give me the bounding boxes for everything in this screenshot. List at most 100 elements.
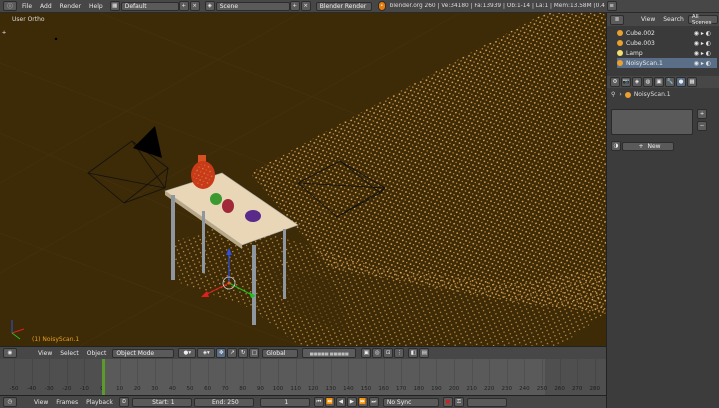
record-icon[interactable]: ● (442, 397, 453, 407)
current-frame-indicator[interactable] (102, 359, 105, 395)
toolshelf-toggle-icon[interactable]: + (1, 29, 7, 37)
timeline-gridline (225, 359, 227, 385)
timeline-tick-label: 200 (448, 386, 460, 392)
outliner-menu-search[interactable]: Search (659, 16, 688, 23)
pivot-icon[interactable]: ◈▾ (197, 348, 216, 358)
visibility-eye-icon[interactable]: ◉ ▸ ◐ (694, 50, 711, 57)
render-tab-icon[interactable]: 📷 (621, 77, 631, 87)
timeline-tick-label: 180 (413, 386, 425, 392)
properties-header: ⚙ 📷 ◈ ◍ ▣ 🔧 ● ▦ (607, 76, 719, 88)
menu-playback[interactable]: Playback (82, 399, 117, 406)
timeline-tick-label: 120 (307, 386, 319, 392)
timeline-gridline (454, 359, 455, 385)
outliner-filter-select[interactable]: All Scenes (687, 14, 718, 26)
modifier-tab-icon[interactable]: 🔧 (665, 77, 675, 87)
visibility-eye-icon[interactable]: ◉ ▸ ◐ (694, 60, 711, 67)
render-anim-icon[interactable]: ▤ (419, 348, 430, 358)
timeline-tick-label: 100 (272, 386, 284, 392)
properties-type-icon[interactable]: ⚙ (610, 77, 620, 87)
jump-key-back-icon[interactable]: ⏪ (324, 397, 335, 407)
timeline-gridline (207, 359, 209, 385)
jump-end-icon[interactable]: ⏭ (368, 397, 379, 407)
lock-layers-icon[interactable]: ▣ (361, 348, 372, 358)
render-still-icon[interactable]: ◧ (408, 348, 419, 358)
proportional-edit-icon[interactable]: ◎ (372, 348, 383, 358)
menu-tl-view[interactable]: View (30, 399, 52, 406)
material-tab-icon[interactable]: ● (676, 77, 686, 87)
snap-element-icon[interactable]: ⋮ (394, 348, 405, 358)
outliner-item-cube003[interactable]: Cube.003 ◉ ▸ ◐ (617, 38, 717, 48)
orientation-select[interactable]: Global (262, 348, 299, 358)
mode-select[interactable]: Object Mode (112, 348, 175, 358)
timeline-gridline (348, 359, 350, 385)
sync-select[interactable]: No Sync (382, 397, 439, 407)
timeline-gridline (418, 359, 420, 385)
outliner-item-noisyscan[interactable]: NoisyScan.1 ◉ ▸ ◐ (617, 58, 717, 68)
add-scene-icon[interactable]: + (289, 1, 300, 11)
keying-set-icon[interactable]: ⚿ (453, 397, 464, 407)
jump-key-forward-icon[interactable]: ⏩ (357, 397, 368, 407)
menu-render[interactable]: Render (56, 3, 85, 10)
browse-material-icon[interactable]: ◑ (611, 141, 621, 151)
timeline-gridline (137, 359, 139, 385)
play-icon[interactable]: ▶ (346, 397, 357, 407)
add-layout-icon[interactable]: + (178, 1, 189, 11)
menu-file[interactable]: File (18, 3, 36, 10)
menu-add[interactable]: Add (36, 3, 56, 10)
menu-view[interactable]: View (34, 350, 56, 357)
shading-icon[interactable]: ●▾ (178, 348, 197, 358)
rotate-icon[interactable]: ↻ (238, 348, 249, 358)
timeline-tick-label: 10 (116, 386, 124, 392)
add-slot-icon[interactable]: + (697, 109, 707, 119)
keying-set-field[interactable] (466, 397, 507, 407)
outliner-menu-view[interactable]: View (637, 16, 659, 23)
timeline-area[interactable]: -50-40-30-20-100102030405060708090100110… (0, 359, 606, 395)
timeline-editor-type-icon[interactable]: ◷ (3, 397, 17, 407)
menu-frames[interactable]: Frames (52, 399, 82, 406)
timeline-gridline (119, 359, 121, 385)
3d-viewport[interactable]: User Ortho + (1) NoisyScan.1 (0, 13, 606, 346)
timeline-tick-label: 40 (168, 386, 176, 392)
render-engine-select[interactable]: Blender Render (315, 1, 372, 11)
visibility-eye-icon[interactable]: ◉ ▸ ◐ (694, 40, 711, 47)
remove-layout-icon[interactable]: × (189, 1, 200, 11)
outliner-item-cube002[interactable]: Cube.002 ◉ ▸ ◐ (617, 28, 717, 38)
outliner-type-icon[interactable]: ≣ (610, 14, 624, 25)
timeline-gridline (330, 359, 332, 385)
new-material-button[interactable]: + New (622, 141, 674, 151)
visibility-eye-icon[interactable]: ◉ ▸ ◐ (694, 30, 711, 37)
editor-type-icon[interactable]: ⓘ (3, 1, 17, 11)
menu-help[interactable]: Help (85, 3, 107, 10)
timeline-tick-label: 240 (519, 386, 530, 392)
end-frame-field[interactable]: End: 250 (193, 397, 254, 407)
jump-start-icon[interactable]: ⏮ (313, 397, 324, 407)
manipulator-icon[interactable]: ✥ (216, 348, 227, 358)
current-frame-field[interactable]: 1 (259, 397, 310, 407)
scene-icon[interactable]: ◈ (204, 1, 215, 11)
translate-icon[interactable]: ↗ (227, 348, 238, 358)
remove-slot-icon[interactable]: − (697, 121, 707, 131)
scale-icon[interactable]: □ (249, 348, 260, 358)
scene-field[interactable]: Scene (215, 1, 290, 11)
outliner-item-lamp[interactable]: Lamp ◉ ▸ ◐ (617, 48, 717, 58)
object-tab-icon[interactable]: ▣ (654, 77, 664, 87)
snap-icon[interactable]: ⊡ (383, 348, 394, 358)
menu-select[interactable]: Select (56, 350, 83, 357)
material-slot-list[interactable] (611, 109, 693, 135)
screen-layout-icon[interactable]: ▦ (109, 1, 120, 11)
right-editor-type-icon[interactable]: ≡ (606, 1, 617, 11)
layers-icon[interactable]: ▦▦▦▦▦ ▦▦▦▦▦ (302, 348, 357, 358)
play-reverse-icon[interactable]: ◀ (335, 397, 346, 407)
cup-purple (245, 210, 261, 222)
start-frame-field[interactable]: Start: 1 (131, 397, 192, 407)
world-tab-icon[interactable]: ◍ (643, 77, 653, 87)
texture-tab-icon[interactable]: ▦ (687, 77, 697, 87)
view3d-editor-type-icon[interactable]: ◉ (3, 348, 17, 358)
remove-scene-icon[interactable]: × (300, 1, 311, 11)
menu-object[interactable]: Object (83, 350, 111, 357)
pin-icon[interactable]: ⚲ (611, 91, 615, 98)
scene-tab-icon[interactable]: ◈ (632, 77, 642, 87)
timeline-tick-label: 160 (378, 386, 389, 392)
preview-range-icon[interactable]: ⏲ (118, 397, 129, 407)
screen-layout-field[interactable]: Default (120, 1, 179, 11)
